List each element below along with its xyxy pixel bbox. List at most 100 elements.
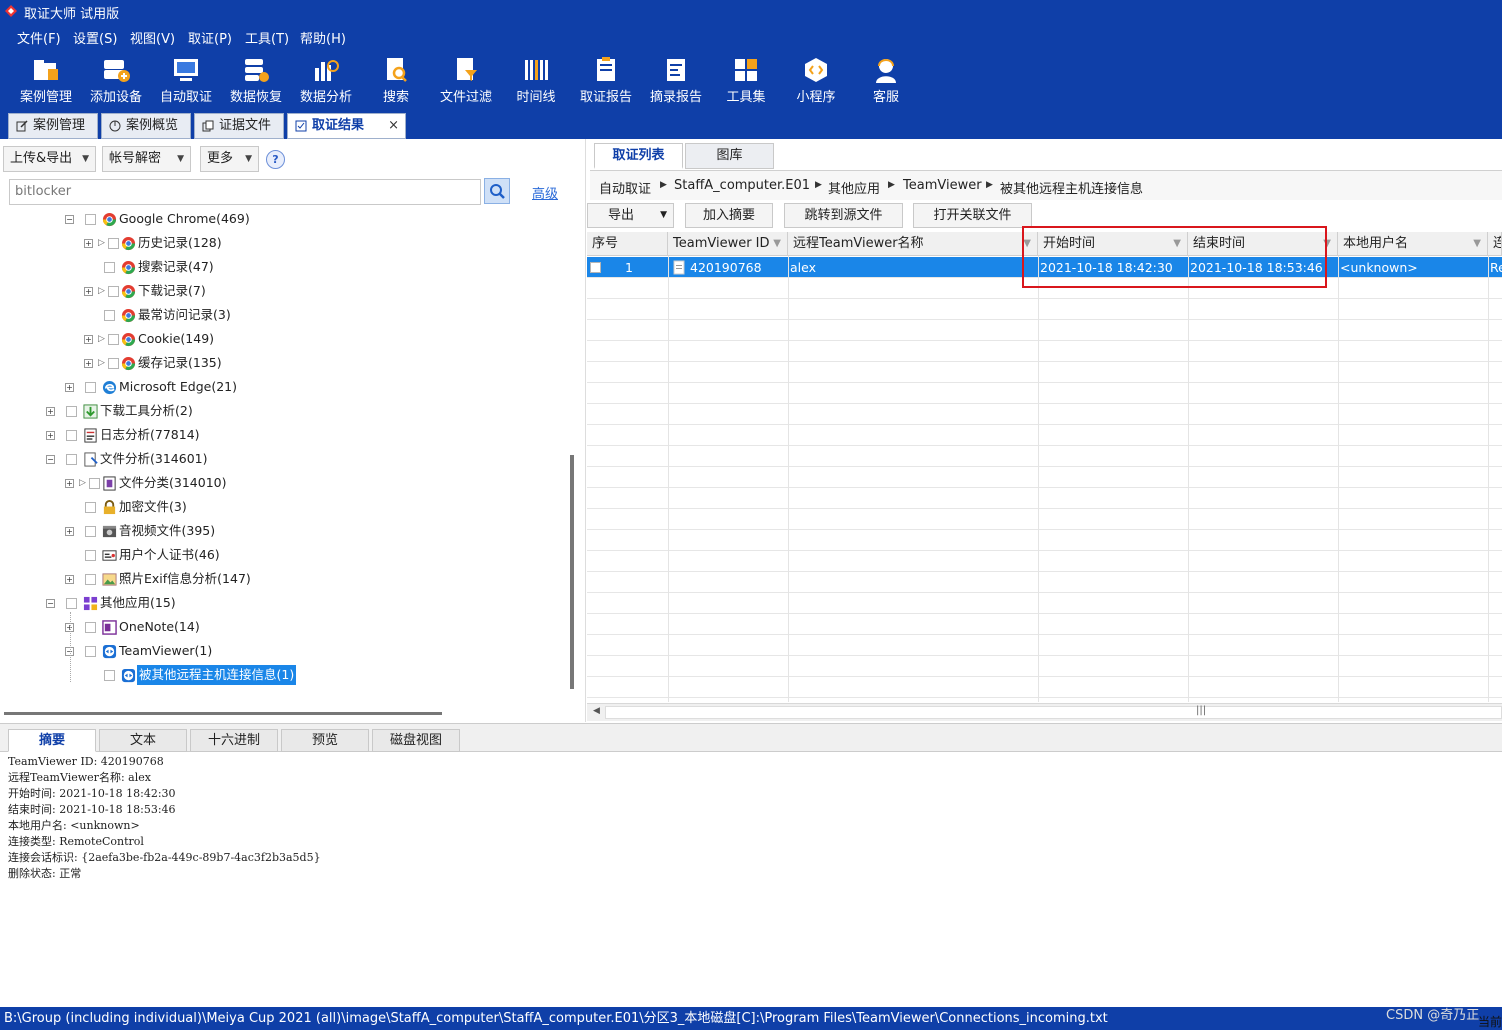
tab-summary[interactable]: 摘要 xyxy=(8,729,96,752)
customer-service-button[interactable]: 客服 xyxy=(854,54,918,108)
row-checkbox[interactable] xyxy=(590,262,601,273)
tree-node-downloads[interactable]: + ▷ 下载记录(7) xyxy=(0,280,560,302)
tab-disk-view[interactable]: 磁盘视图 xyxy=(372,729,460,752)
file-filter-button[interactable]: 文件过滤 xyxy=(434,54,498,108)
tree-checkbox[interactable] xyxy=(85,550,96,561)
collapse-icon[interactable]: − xyxy=(46,599,55,608)
tree-checkbox[interactable] xyxy=(85,214,96,225)
tree-node-remote-host-connections[interactable]: 被其他远程主机连接信息(1) xyxy=(0,664,560,686)
tree-checkbox[interactable] xyxy=(85,502,96,513)
breadcrumb-item[interactable]: 被其他远程主机连接信息 xyxy=(1000,178,1143,197)
tree-vertical-scrollbar[interactable] xyxy=(570,455,574,689)
tab-case-management[interactable]: 案例管理 xyxy=(8,113,98,139)
tree-checkbox[interactable] xyxy=(89,478,100,489)
column-header-teamviewer-id[interactable]: TeamViewer ID ▼ xyxy=(668,232,788,256)
filter-icon[interactable]: ▼ xyxy=(1473,232,1481,255)
toolset-button[interactable]: 工具集 xyxy=(714,54,778,108)
collapse-icon[interactable]: − xyxy=(65,215,74,224)
more-dropdown[interactable]: 更多 ▼ xyxy=(200,146,259,172)
expand-icon[interactable]: + xyxy=(84,359,93,368)
expand-icon[interactable]: + xyxy=(84,239,93,248)
data-analysis-button[interactable]: 数据分析 xyxy=(294,54,358,108)
jump-to-source-button[interactable]: 跳转到源文件 xyxy=(784,203,903,228)
tree-node-google-chrome[interactable]: − Google Chrome(469) xyxy=(0,208,560,230)
breadcrumb-item[interactable]: 自动取证 xyxy=(599,178,651,197)
table-horizontal-scrollbar[interactable]: ◀ ||| xyxy=(587,703,1502,721)
data-recovery-button[interactable]: 数据恢复 xyxy=(224,54,288,108)
account-decrypt-dropdown[interactable]: 帐号解密 ▼ xyxy=(102,146,191,172)
tree-checkbox[interactable] xyxy=(104,670,115,681)
search-button[interactable] xyxy=(484,178,510,204)
expand-icon[interactable]: + xyxy=(46,431,55,440)
tree-node-photo-exif[interactable]: + 照片Exif信息分析(147) xyxy=(0,568,560,590)
add-device-button[interactable]: 添加设备 xyxy=(84,54,148,108)
tree-checkbox[interactable] xyxy=(85,382,96,393)
tree-checkbox[interactable] xyxy=(104,310,115,321)
tree-node-search-records[interactable]: 搜索记录(47) xyxy=(0,256,560,278)
menu-help[interactable]: 帮助(H) xyxy=(300,28,346,47)
tree-checkbox[interactable] xyxy=(66,406,77,417)
breadcrumb-item[interactable]: StaffA_computer.E01 xyxy=(674,178,810,193)
tree-node-download-tools[interactable]: + 下载工具分析(2) xyxy=(0,400,560,422)
tree-horizontal-scrollbar[interactable] xyxy=(4,712,442,715)
expand-icon[interactable]: + xyxy=(46,407,55,416)
tree-checkbox[interactable] xyxy=(108,334,119,345)
auto-forensics-button[interactable]: 自动取证 xyxy=(154,54,218,108)
tree-node-cache[interactable]: + ▷ 缓存记录(135) xyxy=(0,352,560,374)
collapse-icon[interactable]: − xyxy=(46,455,55,464)
tree-checkbox[interactable] xyxy=(66,454,77,465)
tab-text[interactable]: 文本 xyxy=(99,729,187,752)
menu-file[interactable]: 文件(F) xyxy=(17,28,61,47)
menu-tools[interactable]: 工具(T) xyxy=(245,28,289,47)
expand-icon[interactable]: + xyxy=(84,287,93,296)
tree-node-file-category[interactable]: + ▷ 文件分类(314010) xyxy=(0,472,560,494)
tree-checkbox[interactable] xyxy=(104,262,115,273)
excerpt-report-button[interactable]: 摘录报告 xyxy=(644,54,708,108)
menu-settings[interactable]: 设置(S) xyxy=(73,28,117,47)
column-header-local-user[interactable]: 本地用户名 ▼ xyxy=(1338,232,1488,256)
tab-forensic-results[interactable]: 取证结果 × xyxy=(287,113,406,139)
tree-checkbox[interactable] xyxy=(66,598,77,609)
tab-evidence-files[interactable]: 证据文件 xyxy=(194,113,284,139)
tab-forensic-list[interactable]: 取证列表 xyxy=(594,143,683,169)
mini-program-button[interactable]: 小程序 xyxy=(784,54,848,108)
column-header-index[interactable]: 序号 xyxy=(587,232,668,256)
tab-gallery[interactable]: 图库 xyxy=(685,143,774,169)
tree-checkbox[interactable] xyxy=(108,358,119,369)
tree-node-teamviewer[interactable]: − TeamViewer(1) xyxy=(0,640,560,662)
filter-icon[interactable]: ▼ xyxy=(773,232,781,255)
export-dropdown-button[interactable]: 导出 ▼ xyxy=(587,203,674,228)
tree-checkbox[interactable] xyxy=(66,430,77,441)
tree-node-onenote[interactable]: + OneNote(14) xyxy=(0,616,560,638)
close-icon[interactable]: × xyxy=(388,114,399,138)
tree-checkbox[interactable] xyxy=(85,526,96,537)
help-icon[interactable]: ? xyxy=(266,150,285,169)
expand-icon[interactable]: + xyxy=(84,335,93,344)
tree-node-edge[interactable]: + Microsoft Edge(21) xyxy=(0,376,560,398)
expand-icon[interactable]: + xyxy=(65,527,74,536)
column-header-remote-name[interactable]: 远程TeamViewer名称 ▼ xyxy=(788,232,1038,256)
search-input[interactable]: bitlocker xyxy=(9,179,481,205)
tree-checkbox[interactable] xyxy=(85,646,96,657)
expand-icon[interactable]: + xyxy=(65,479,74,488)
tree-node-media-files[interactable]: + 音视频文件(395) xyxy=(0,520,560,542)
tree-node-other-apps[interactable]: − 其他应用(15) xyxy=(0,592,560,614)
tree-node-encrypted-files[interactable]: 加密文件(3) xyxy=(0,496,560,518)
timeline-button[interactable]: 时间线 xyxy=(504,54,568,108)
breadcrumb-item[interactable]: 其他应用 xyxy=(828,178,880,197)
search-button[interactable]: 搜索 xyxy=(364,54,428,108)
open-related-file-button[interactable]: 打开关联文件 xyxy=(913,203,1032,228)
case-management-button[interactable]: 案例管理 xyxy=(14,54,78,108)
tree-node-history[interactable]: + ▷ 历史记录(128) xyxy=(0,232,560,254)
tab-case-overview[interactable]: 案例概览 xyxy=(101,113,191,139)
scroll-thumb[interactable] xyxy=(605,706,1502,719)
menu-forensics[interactable]: 取证(P) xyxy=(188,28,232,47)
tree-node-certificates[interactable]: 用户个人证书(46) xyxy=(0,544,560,566)
tree-node-cookie[interactable]: + ▷ Cookie(149) xyxy=(0,328,560,350)
tab-preview[interactable]: 预览 xyxy=(281,729,369,752)
advanced-search-link[interactable]: 高级 xyxy=(532,183,558,202)
scroll-left-icon[interactable]: ◀ xyxy=(593,706,600,716)
tree-node-file-analysis[interactable]: − 文件分析(314601) xyxy=(0,448,560,470)
tree-node-log-analysis[interactable]: + 日志分析(77814) xyxy=(0,424,560,446)
add-summary-button[interactable]: 加入摘要 xyxy=(685,203,773,228)
